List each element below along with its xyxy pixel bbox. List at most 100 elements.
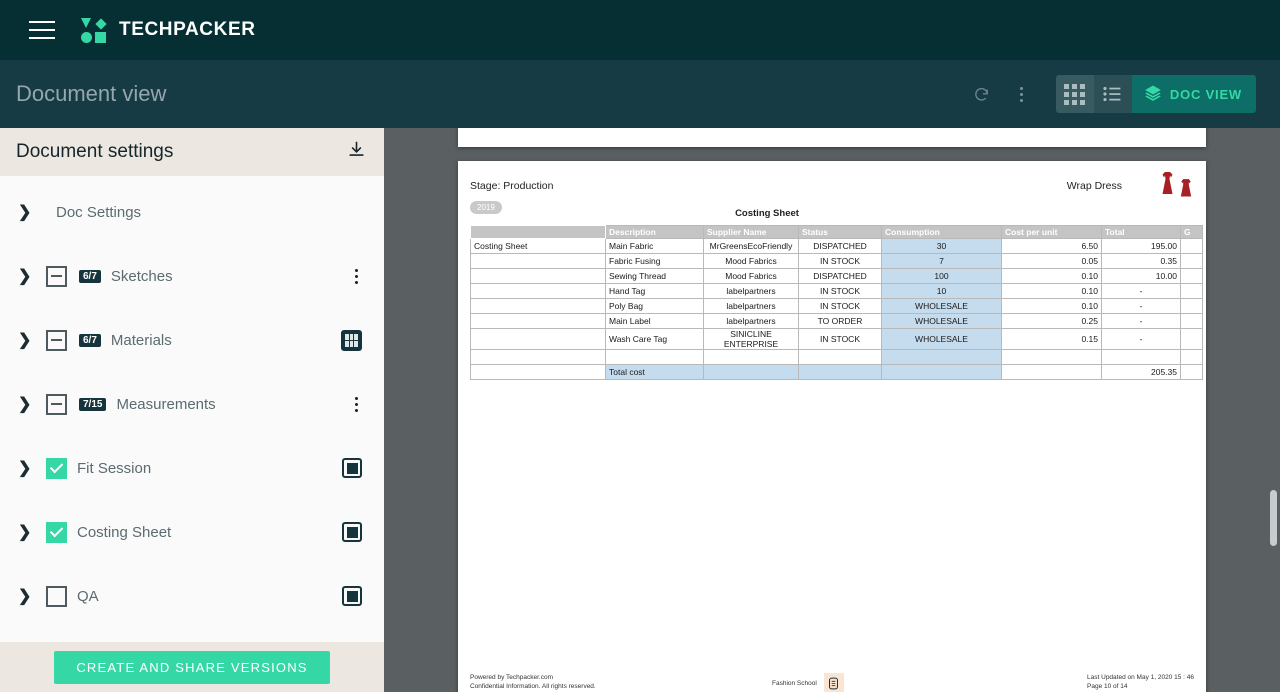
costing-sheet-table[interactable]: Description Supplier Name Status Consump…	[470, 225, 1203, 380]
total-cost-label: Total cost	[605, 364, 704, 380]
sidebar-item-sketches[interactable]: ❯ 6/7 Sketches	[0, 244, 384, 308]
row-group-label-empty	[470, 313, 606, 329]
document-viewer[interactable]: Stage: Production 2019 Wrap Dress Costin…	[384, 128, 1280, 692]
more-vertical-icon[interactable]	[1002, 74, 1042, 114]
document-icon[interactable]	[823, 673, 844, 692]
cell-cost: 0.25	[1001, 313, 1102, 329]
cell-consumption: WHOLESALE	[881, 298, 1002, 314]
table-header-row: Description Supplier Name Status Consump…	[470, 225, 1203, 239]
vertical-scrollbar[interactable]	[1266, 128, 1280, 692]
sidebar-title: Document settings	[16, 141, 174, 162]
row-group-label-empty	[470, 268, 606, 284]
techpacker-logo-icon[interactable]	[81, 17, 107, 43]
cell-g	[1180, 298, 1203, 314]
cell-cost: 0.15	[1001, 328, 1102, 350]
sidebar-item-label: Sketches	[110, 267, 173, 285]
sidebar-item-badge: 7/15	[79, 397, 107, 411]
chevron-right-icon[interactable]: ❯	[18, 330, 40, 350]
cell-total: 0.35	[1101, 253, 1181, 269]
more-vertical-icon[interactable]	[351, 265, 362, 288]
table-corner-cell	[470, 225, 606, 239]
table-row[interactable]: Wash Care Tag SINICLINE ENTERPRISE IN ST…	[470, 328, 1203, 350]
grid-view-icon[interactable]	[1055, 75, 1094, 113]
download-icon[interactable]	[347, 140, 366, 164]
create-and-share-versions-button[interactable]: CREATE AND SHARE VERSIONS	[54, 650, 330, 684]
scrollbar-thumb[interactable]	[1270, 490, 1277, 546]
chevron-right-icon[interactable]: ❯	[18, 586, 40, 606]
table-row[interactable]: Costing Sheet Main Fabric MrGreensEcoFri…	[470, 238, 1203, 254]
more-vertical-icon[interactable]	[351, 393, 362, 416]
chevron-right-icon[interactable]: ❯	[18, 394, 40, 414]
cell-g	[1180, 253, 1203, 269]
hamburger-icon[interactable]	[29, 21, 55, 39]
spacer-cell	[703, 349, 799, 365]
table-grid-icon[interactable]	[341, 329, 362, 351]
sidebar-item-materials[interactable]: ❯ 6/7 Materials	[0, 308, 384, 372]
cell-status: IN STOCK	[798, 328, 882, 350]
cell-consumption: 100	[881, 268, 1002, 284]
footer-center: Fashion School	[772, 673, 844, 692]
total-row-blank	[470, 364, 606, 380]
sidebar-item-actions	[341, 329, 362, 351]
chevron-right-icon[interactable]: ❯	[18, 266, 40, 286]
cell-total: -	[1101, 298, 1181, 314]
table-row[interactable]: Hand Tag labelpartners IN STOCK 10 0.10 …	[470, 283, 1203, 299]
cell-consumption: WHOLESALE	[881, 313, 1002, 329]
cell-description: Main Label	[605, 313, 704, 329]
total-blank-cost	[1001, 364, 1102, 380]
cell-status: DISPATCHED	[798, 238, 882, 254]
view-mode-switch: DOC VIEW	[1055, 75, 1256, 113]
document-settings-sidebar: Document settings ❯ Doc Settings ❯ 6/7 S…	[0, 128, 384, 692]
cell-g	[1180, 283, 1203, 299]
row-group-label-empty	[470, 328, 606, 350]
total-blank-consumption	[881, 364, 1002, 380]
checkbox-indeterminate[interactable]	[46, 393, 67, 415]
sidebar-item-badge: 6/7	[79, 269, 101, 283]
chevron-right-icon[interactable]: ❯	[18, 458, 40, 478]
sidebar-item-label: Measurements	[116, 395, 216, 413]
sidebar-item-qa[interactable]: ❯ QA	[0, 564, 384, 628]
checkbox-indeterminate[interactable]	[46, 265, 67, 287]
cell-status: IN STOCK	[798, 283, 882, 299]
total-blank-status	[798, 364, 882, 380]
cell-total: -	[1101, 283, 1181, 299]
sidebar-item-doc-settings[interactable]: ❯ Doc Settings	[0, 180, 384, 244]
cell-g	[1180, 268, 1203, 284]
cell-total: -	[1101, 328, 1181, 350]
total-blank-g	[1180, 364, 1203, 380]
chevron-right-icon[interactable]: ❯	[18, 202, 40, 222]
row-group-label-empty	[470, 283, 606, 299]
refresh-icon[interactable]	[962, 74, 1002, 114]
sidebar-item-fit-session[interactable]: ❯ Fit Session	[0, 436, 384, 500]
sidebar-item-badge: 6/7	[79, 333, 101, 347]
stage-label: Stage: Production	[470, 180, 554, 192]
list-view-icon[interactable]	[1093, 75, 1132, 113]
layout-square-icon[interactable]	[342, 458, 362, 478]
style-name: Wrap Dress	[1066, 180, 1122, 192]
checkbox-checked[interactable]	[46, 521, 67, 543]
sidebar-item-measurements[interactable]: ❯ 7/15 Measurements	[0, 372, 384, 436]
layout-square-icon[interactable]	[342, 586, 362, 606]
document-page-current[interactable]: Stage: Production 2019 Wrap Dress Costin…	[458, 161, 1206, 692]
row-group-label-empty	[470, 298, 606, 314]
checkbox-empty[interactable]	[46, 585, 67, 607]
chevron-right-icon[interactable]: ❯	[18, 522, 40, 542]
checkbox-checked[interactable]	[46, 457, 67, 479]
total-cost-value: 205.35	[1101, 364, 1181, 380]
layout-square-icon[interactable]	[342, 522, 362, 542]
page-title: Document view	[16, 81, 167, 106]
sidebar-item-costing-sheet[interactable]: ❯ Costing Sheet	[0, 500, 384, 564]
table-row[interactable]: Sewing Thread Mood Fabrics DISPATCHED 10…	[470, 268, 1203, 284]
doc-view-label: DOC VIEW	[1169, 86, 1242, 102]
table-row[interactable]: Fabric Fusing Mood Fabrics IN STOCK 7 0.…	[470, 253, 1203, 269]
spacer-cell	[1101, 349, 1181, 365]
checkbox-indeterminate[interactable]	[46, 329, 67, 351]
cell-cost: 6.50	[1001, 238, 1102, 254]
sidebar-header: Document settings	[0, 128, 384, 176]
table-row[interactable]: Main Label labelpartners TO ORDER WHOLES…	[470, 313, 1203, 329]
doc-view-button[interactable]: DOC VIEW	[1131, 75, 1256, 113]
cell-description: Sewing Thread	[605, 268, 704, 284]
table-row[interactable]: Poly Bag labelpartners IN STOCK WHOLESAL…	[470, 298, 1203, 314]
cell-cost: 0.10	[1001, 283, 1102, 299]
cell-g	[1180, 238, 1203, 254]
